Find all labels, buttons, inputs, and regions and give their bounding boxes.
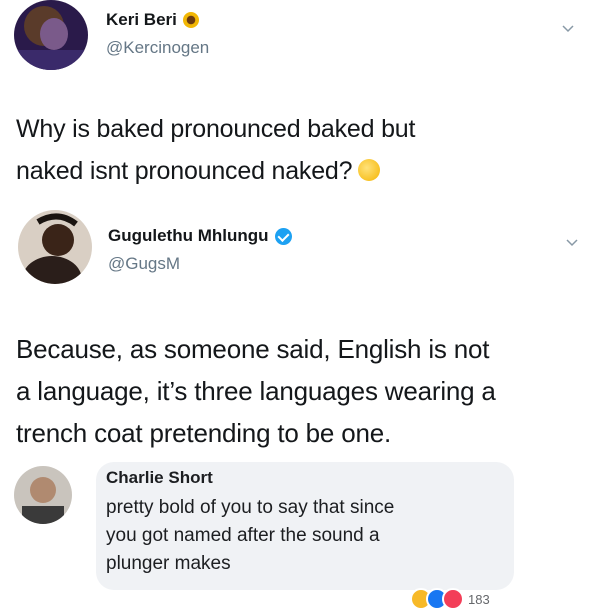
- chevron-down-icon[interactable]: [562, 22, 574, 34]
- tweet-2-line-1: Because, as someone said, English is not: [16, 334, 490, 364]
- thinking-face-emoji-icon: [358, 159, 381, 182]
- chevron-down-icon[interactable]: [566, 236, 578, 248]
- tweet-2-line-3: trench coat pretending to be one.: [16, 418, 392, 448]
- tweet-2-line-2: a language, it’s three languages wearing…: [16, 376, 496, 406]
- love-reaction-icon: [442, 588, 464, 610]
- tweet-2-name[interactable]: Gugulethu Mhlungu: [108, 226, 269, 246]
- comment-line-3: plunger makes: [106, 553, 231, 574]
- tweet-1-name[interactable]: Keri Beri: [106, 10, 177, 30]
- tweet-1-name-row: Keri Beri: [106, 10, 199, 30]
- tweet-1-line-2-text: naked isnt pronounced naked?: [16, 157, 353, 185]
- reaction-count: 183: [468, 591, 490, 607]
- tweet-1-avatar[interactable]: [14, 0, 88, 70]
- tweet-1-text: Why is baked pronounced baked but naked …: [16, 108, 415, 192]
- tweet-1-line-1: Why is baked pronounced baked but: [16, 115, 416, 143]
- tweet-1-line-2: naked isnt pronounced naked?: [16, 150, 415, 192]
- comment-line-1: pretty bold of you to say that since: [106, 497, 395, 518]
- tweet-2-avatar[interactable]: [18, 210, 92, 284]
- sunflower-icon: [182, 12, 199, 28]
- tweet-1-handle[interactable]: @Kercinogen: [106, 38, 209, 58]
- comment-text: pretty bold of you to say that since you…: [106, 494, 506, 578]
- tweet-2-text: Because, as someone said, English is not…: [16, 328, 496, 454]
- comment-avatar[interactable]: [14, 466, 72, 524]
- verified-badge-icon: [274, 227, 292, 245]
- comment-author[interactable]: Charlie Short: [106, 468, 213, 488]
- comment-reactions[interactable]: 183: [410, 588, 490, 610]
- comment-line-2: you got named after the sound a: [106, 525, 380, 546]
- tweet-2-name-row: Gugulethu Mhlungu: [108, 226, 292, 246]
- tweet-2-handle[interactable]: @GugsM: [108, 254, 180, 274]
